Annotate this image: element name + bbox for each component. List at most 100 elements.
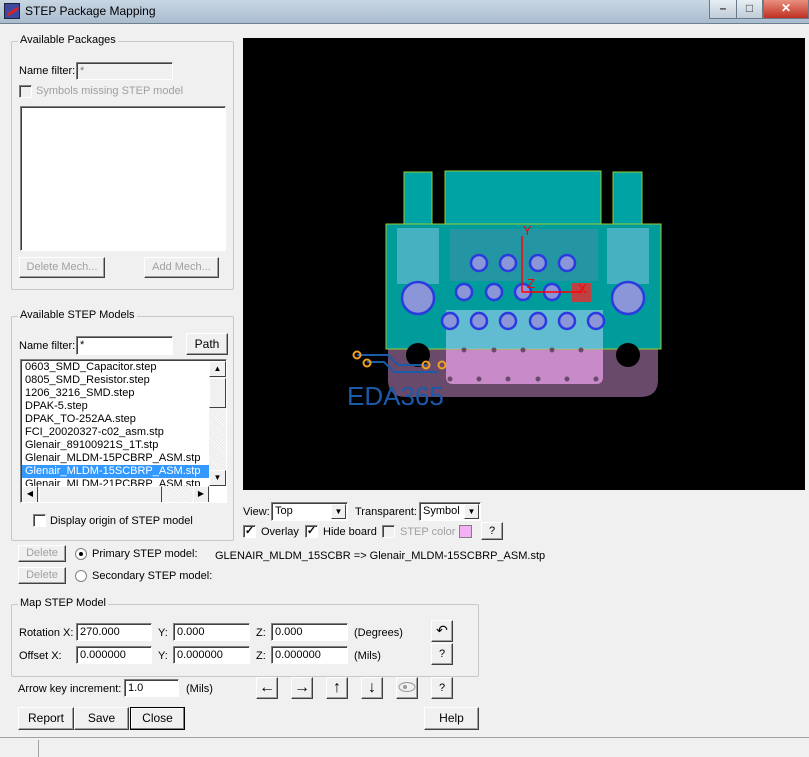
pin-pad xyxy=(586,311,606,331)
secondary-radio[interactable] xyxy=(75,570,87,582)
transparent-value: Symbol xyxy=(423,505,460,517)
model-filter-input[interactable]: * xyxy=(76,336,173,355)
display-origin-checkbox[interactable] xyxy=(33,514,46,527)
primary-label: Primary STEP model: xyxy=(92,548,198,560)
symbols-missing-checkbox[interactable] xyxy=(19,85,32,98)
offset-y-input[interactable]: 0.000000 xyxy=(173,646,250,664)
offset-z-input[interactable]: 0.000000 xyxy=(271,646,348,664)
move-right-button[interactable]: → xyxy=(291,677,313,699)
vertical-scrollbar[interactable]: ▲ ▼ xyxy=(209,361,226,486)
z-axis-label: Z xyxy=(527,276,535,291)
model-list-item[interactable]: 0603_SMD_Capacitor.step xyxy=(22,361,209,374)
horizontal-scrollbar[interactable]: ◀ ▶ xyxy=(22,486,209,502)
offset-label: Offset X: xyxy=(19,650,62,662)
delete-primary-button[interactable]: Delete xyxy=(18,545,66,562)
packages-list[interactable] xyxy=(20,106,226,251)
offset-x-input[interactable]: 0.000000 xyxy=(76,646,152,664)
package-filter-input[interactable]: * xyxy=(76,62,173,80)
pin-pad xyxy=(528,311,548,331)
help-button[interactable]: Help xyxy=(424,707,479,730)
model-list-item[interactable]: FCI_20020327-c02_asm.stp xyxy=(22,426,209,439)
minimize-button[interactable]: – xyxy=(709,0,737,19)
package-filter-label: Name filter: xyxy=(19,65,76,77)
pin-pad xyxy=(400,280,436,316)
scroll-left-button[interactable]: ◀ xyxy=(22,486,38,502)
arrow-increment-unit: (Mils) xyxy=(186,683,213,695)
board-hole xyxy=(476,376,482,382)
map-help-button[interactable]: ? xyxy=(431,643,453,665)
status-divider xyxy=(38,740,39,757)
view-select[interactable]: Top ▼ xyxy=(271,502,348,521)
window-title: STEP Package Mapping xyxy=(25,4,156,18)
step-preview-canvas[interactable]: Y Z X EDA365 xyxy=(243,38,805,490)
available-models-label: Available STEP Models xyxy=(18,309,137,321)
scroll-right-button[interactable]: ▶ xyxy=(193,486,209,502)
overlay-label: Overlay xyxy=(261,526,299,538)
pin-pad xyxy=(440,311,460,331)
scroll-up-button[interactable]: ▲ xyxy=(209,361,226,377)
model-list-item[interactable]: DPAK_TO-252AA.step xyxy=(22,413,209,426)
models-list[interactable]: 0603_SMD_Capacitor.step 0805_SMD_Resistor… xyxy=(20,359,227,503)
chevron-down-icon[interactable]: ▼ xyxy=(331,504,346,519)
add-mech-button[interactable]: Add Mech... xyxy=(144,257,219,278)
reset-rotation-button[interactable]: ↶ xyxy=(431,620,453,642)
pin-pad xyxy=(469,253,489,273)
view-eye-button[interactable] xyxy=(396,677,418,699)
rotation-z-label: Z: xyxy=(256,627,266,639)
model-list-item[interactable]: DPAK-5.step xyxy=(22,400,209,413)
primary-mapping-text: GLENAIR_MLDM_15SCBR => Glenair_MLDM-15SC… xyxy=(215,550,546,562)
move-down-button[interactable]: ↓ xyxy=(361,677,383,699)
rotation-label: Rotation X: xyxy=(19,627,74,639)
delete-secondary-button[interactable]: Delete xyxy=(18,567,66,584)
title-bar: STEP Package Mapping – □ ✕ xyxy=(0,0,809,24)
rotation-y-label: Y: xyxy=(158,627,168,639)
board-hole xyxy=(549,347,555,353)
right-tab xyxy=(612,171,643,225)
arrow-increment-label: Arrow key increment: xyxy=(18,683,122,695)
arrow-increment-input[interactable]: 1.0 xyxy=(124,679,179,697)
model-list-item[interactable]: Glenair_89100921S_1T.stp xyxy=(22,439,209,452)
close-button[interactable]: Close xyxy=(130,707,185,730)
pin-pad xyxy=(454,282,474,302)
offset-y-label: Y: xyxy=(158,650,168,662)
maximize-button[interactable]: □ xyxy=(736,0,763,19)
close-window-button[interactable]: ✕ xyxy=(763,0,809,19)
save-button[interactable]: Save xyxy=(74,707,129,730)
left-tab xyxy=(403,171,433,225)
move-left-button[interactable]: ← xyxy=(256,677,278,699)
x-axis-label: X xyxy=(578,281,587,296)
offset-z-label: Z: xyxy=(256,650,266,662)
rotation-z-input[interactable]: 0.000 xyxy=(271,623,348,641)
primary-radio[interactable] xyxy=(75,548,87,560)
step-color-swatch[interactable] xyxy=(459,525,472,538)
view-value: Top xyxy=(275,505,293,517)
hide-board-checkbox[interactable]: ✓ xyxy=(305,525,318,538)
report-button[interactable]: Report xyxy=(18,707,74,730)
model-list-item[interactable]: Glenair_MLDM-15SCBRP_ASM.stp xyxy=(22,465,209,478)
overlay-checkbox[interactable]: ✓ xyxy=(243,525,256,538)
secondary-label: Secondary STEP model: xyxy=(92,570,213,582)
rotation-y-input[interactable]: 0.000 xyxy=(173,623,250,641)
scroll-down-button[interactable]: ▼ xyxy=(209,470,226,486)
view-help-button[interactable]: ? xyxy=(481,522,503,540)
move-up-button[interactable]: ↑ xyxy=(326,677,348,699)
delete-mech-button[interactable]: Delete Mech... xyxy=(19,257,105,278)
model-list-item[interactable]: 0805_SMD_Resistor.step xyxy=(22,374,209,387)
step-color-checkbox[interactable] xyxy=(382,525,395,538)
rotation-x-input[interactable]: 270.000 xyxy=(76,623,152,641)
chevron-down-icon[interactable]: ▼ xyxy=(464,504,479,519)
pin-pad xyxy=(498,311,518,331)
model-list-item[interactable]: Glenair_MLDM-15PCBRP_ASM.stp xyxy=(22,452,209,465)
transparent-select[interactable]: Symbol ▼ xyxy=(419,502,481,521)
model-list-item[interactable]: 1206_3216_SMD.step xyxy=(22,387,209,400)
board-hole xyxy=(461,347,467,353)
arrow-help-button[interactable]: ? xyxy=(431,677,453,699)
hscroll-thumb[interactable] xyxy=(39,486,162,502)
arrow-down-icon: ↓ xyxy=(368,679,376,696)
mount-hole-left xyxy=(406,343,430,367)
hide-board-label: Hide board xyxy=(323,526,377,538)
scroll-thumb[interactable] xyxy=(209,378,226,408)
symbols-missing-label: Symbols missing STEP model xyxy=(36,85,184,97)
path-button[interactable]: Path xyxy=(186,333,228,355)
board-hole xyxy=(505,376,511,382)
